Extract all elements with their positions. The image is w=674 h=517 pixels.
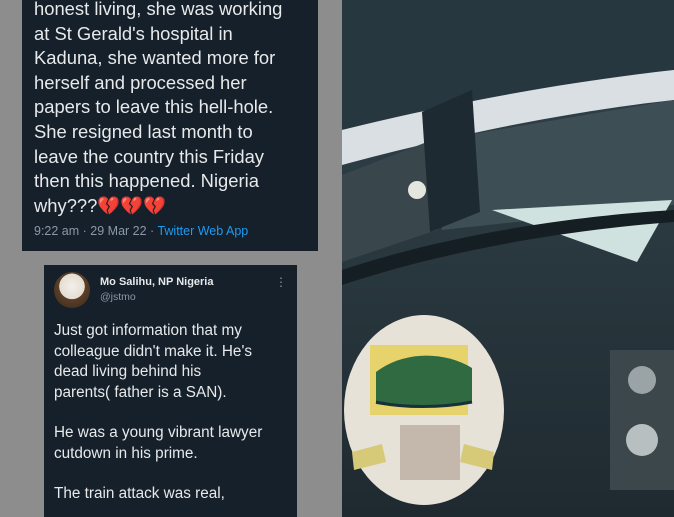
user-handle[interactable]: @jstmo — [100, 290, 214, 305]
tweet-meta: 9:22 am · 29 Mar 22 · Twitter Web App — [34, 224, 249, 239]
tweet-header: Mo Salihu, NP Nigeria @jstmo ⋮ — [54, 271, 287, 309]
tweet-paragraph: The train attack was real, — [54, 485, 225, 502]
tweet-paragraph: He was a young vibrant lawyer cutdown in… — [54, 424, 263, 462]
train-photo — [342, 0, 674, 517]
tweet-date: 29 Mar 22 — [90, 224, 147, 239]
broken-heart-emoji: 💔💔💔 — [97, 194, 167, 216]
tweet-source-link[interactable]: Twitter Web App — [157, 224, 248, 238]
more-options-icon[interactable]: ⋮ — [275, 275, 287, 289]
display-name[interactable]: Mo Salihu, NP Nigeria — [100, 275, 214, 290]
tweet-paragraph: Just got information that my colleague d… — [54, 322, 253, 401]
avatar[interactable] — [54, 272, 90, 308]
tweet-text: honest living, she was working at St Ger… — [34, 0, 283, 216]
train-photo-image — [342, 0, 674, 517]
tweet-card-1[interactable]: honest living, she was working at St Ger… — [22, 0, 318, 251]
tweet-card-2[interactable]: Mo Salihu, NP Nigeria @jstmo ⋮ Just got … — [44, 265, 297, 517]
tweet-time: 9:22 am — [34, 224, 80, 239]
